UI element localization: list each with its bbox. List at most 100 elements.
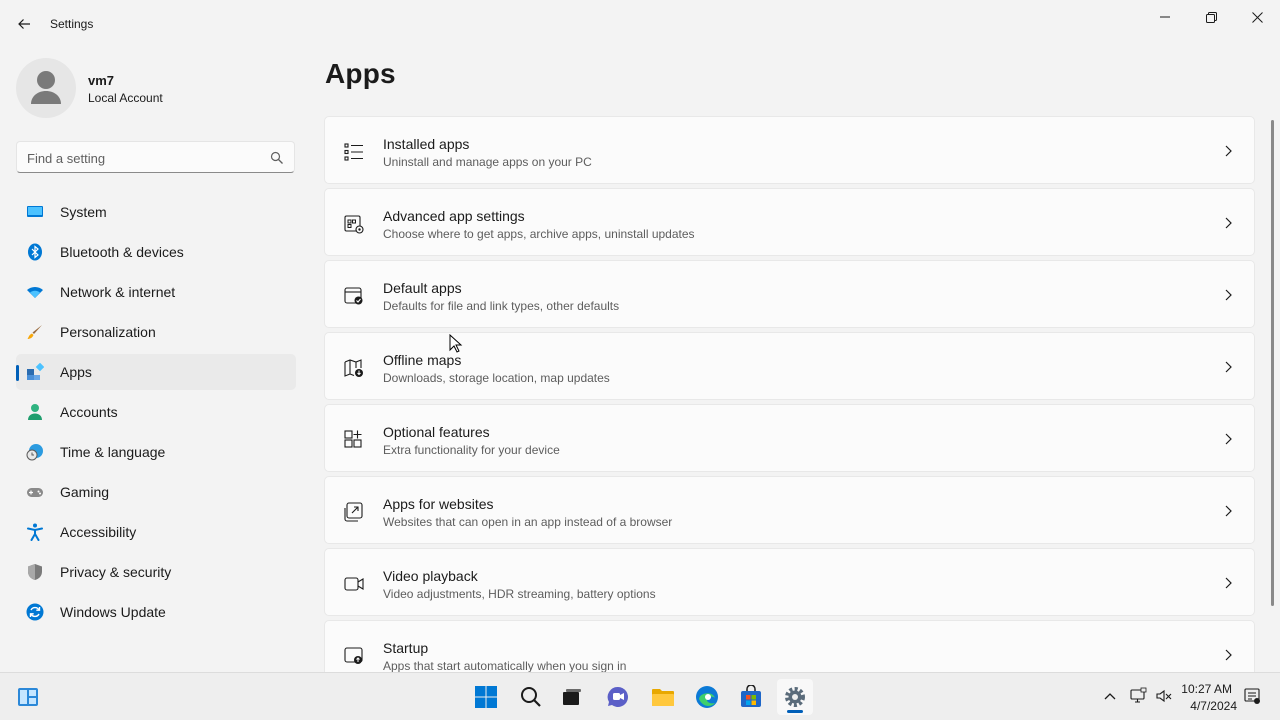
clock-time[interactable]: 10:27 AM bbox=[1181, 682, 1232, 696]
card-description: Choose where to get apps, archive apps, … bbox=[383, 227, 695, 241]
task-view-button[interactable] bbox=[554, 679, 590, 715]
volume-muted-icon bbox=[1156, 689, 1172, 703]
store-button[interactable] bbox=[733, 679, 769, 715]
bluetooth-icon bbox=[28, 243, 42, 261]
show-hidden-icons-button[interactable] bbox=[1101, 687, 1119, 705]
settings-taskbar-button[interactable] bbox=[777, 679, 813, 715]
sidebar-item-gaming[interactable]: Gaming bbox=[16, 474, 296, 510]
apps-for-websites-card[interactable]: Apps for websites Websites that can open… bbox=[324, 476, 1255, 544]
chevron-right-icon bbox=[1225, 577, 1232, 589]
network-icon bbox=[1130, 687, 1147, 703]
close-button[interactable] bbox=[1234, 4, 1280, 30]
sidebar-item-label: Personalization bbox=[60, 324, 156, 340]
sidebar-item-label: Accessibility bbox=[60, 524, 137, 540]
chevron-right-icon bbox=[1225, 217, 1232, 229]
accessibility-icon bbox=[27, 523, 43, 541]
chevron-right-icon bbox=[1225, 433, 1232, 445]
default-apps-card[interactable]: Default apps Defaults for file and link … bbox=[324, 260, 1255, 328]
taskbar-search-button[interactable] bbox=[513, 679, 549, 715]
chevron-right-icon bbox=[1225, 361, 1232, 373]
search-box[interactable] bbox=[16, 141, 295, 173]
card-description: Video adjustments, HDR streaming, batter… bbox=[383, 587, 656, 601]
card-title: Default apps bbox=[383, 280, 462, 296]
default-apps-icon bbox=[344, 287, 363, 305]
advanced-app-settings-card[interactable]: Advanced app settings Choose where to ge… bbox=[324, 188, 1255, 256]
sidebar-item-label: Apps bbox=[60, 364, 92, 380]
taskbar: 10:27 AM 4/7/2024 bbox=[0, 672, 1280, 720]
mouse-pointer-icon bbox=[449, 334, 463, 353]
profile-name: vm7 bbox=[88, 73, 115, 88]
settings-list: Installed apps Uninstall and manage apps… bbox=[324, 116, 1255, 672]
sidebar-item-bluetooth[interactable]: Bluetooth & devices bbox=[16, 234, 296, 270]
sidebar-item-label: Windows Update bbox=[60, 604, 166, 620]
video-icon bbox=[344, 577, 364, 591]
time-language-icon bbox=[26, 444, 43, 461]
minimize-button[interactable] bbox=[1142, 4, 1188, 30]
startup-icon bbox=[344, 647, 363, 664]
sidebar-item-network[interactable]: Network & internet bbox=[16, 274, 296, 310]
scrollbar[interactable] bbox=[1271, 120, 1274, 606]
installed-apps-card[interactable]: Installed apps Uninstall and manage apps… bbox=[324, 116, 1255, 184]
sidebar-item-accounts[interactable]: Accounts bbox=[16, 394, 296, 430]
gamepad-icon bbox=[27, 488, 43, 497]
card-description: Uninstall and manage apps on your PC bbox=[383, 155, 592, 169]
network-tray-button[interactable] bbox=[1129, 687, 1147, 705]
chevron-right-icon bbox=[1225, 649, 1232, 661]
file-explorer-button[interactable] bbox=[645, 679, 681, 715]
card-title: Installed apps bbox=[383, 136, 470, 152]
restore-button[interactable] bbox=[1188, 4, 1234, 30]
widgets-button[interactable] bbox=[10, 679, 46, 715]
edge-icon bbox=[696, 686, 718, 708]
card-title: Offline maps bbox=[383, 352, 462, 368]
store-icon bbox=[741, 685, 761, 707]
start-button[interactable] bbox=[468, 679, 504, 715]
search-icon bbox=[521, 687, 541, 707]
account-type: Local Account bbox=[88, 91, 163, 105]
sidebar-item-windows-update[interactable]: Windows Update bbox=[16, 594, 296, 630]
sidebar-item-label: Accounts bbox=[60, 404, 118, 420]
sidebar-item-label: Bluetooth & devices bbox=[60, 244, 184, 260]
edge-button[interactable] bbox=[689, 679, 725, 715]
sidebar-item-privacy[interactable]: Privacy & security bbox=[16, 554, 296, 590]
accounts-icon bbox=[28, 404, 42, 420]
volume-tray-button[interactable] bbox=[1155, 687, 1173, 705]
minimize-icon bbox=[1160, 16, 1170, 18]
notifications-button[interactable] bbox=[1243, 687, 1261, 705]
card-description: Websites that can open in an app instead… bbox=[383, 515, 673, 529]
window-title: Settings bbox=[50, 17, 94, 31]
notification-icon bbox=[1244, 688, 1260, 704]
back-button[interactable] bbox=[10, 10, 38, 38]
card-description: Extra functionality for your device bbox=[383, 443, 560, 457]
map-download-icon bbox=[344, 359, 363, 377]
sidebar-item-apps[interactable]: Apps bbox=[16, 354, 296, 390]
optional-features-card[interactable]: Optional features Extra functionality fo… bbox=[324, 404, 1255, 472]
chevron-right-icon bbox=[1225, 145, 1232, 157]
sidebar-nav: System Bluetooth & devices Network & int… bbox=[16, 194, 296, 634]
startup-card[interactable]: Startup Apps that start automatically wh… bbox=[324, 620, 1255, 672]
sidebar-item-system[interactable]: System bbox=[16, 194, 296, 230]
card-title: Apps for websites bbox=[383, 496, 494, 512]
apps-icon bbox=[27, 363, 44, 380]
sidebar-item-time-language[interactable]: Time & language bbox=[16, 434, 296, 470]
back-arrow-icon bbox=[18, 19, 30, 29]
sidebar-item-accessibility[interactable]: Accessibility bbox=[16, 514, 296, 550]
clock-date[interactable]: 4/7/2024 bbox=[1190, 699, 1237, 713]
search-icon[interactable] bbox=[270, 151, 284, 165]
app-settings-icon bbox=[344, 215, 364, 234]
card-title: Video playback bbox=[383, 568, 478, 584]
search-input[interactable] bbox=[27, 148, 257, 168]
card-title: Startup bbox=[383, 640, 429, 656]
open-in-app-icon bbox=[344, 502, 363, 522]
card-description: Apps that start automatically when you s… bbox=[383, 659, 627, 672]
sidebar-item-label: System bbox=[60, 204, 107, 220]
sidebar-item-personalization[interactable]: Personalization bbox=[16, 314, 296, 350]
offline-maps-card[interactable]: Offline maps Downloads, storage location… bbox=[324, 332, 1255, 400]
chat-button[interactable] bbox=[600, 679, 636, 715]
close-icon bbox=[1251, 11, 1263, 23]
task-view-icon bbox=[563, 689, 581, 705]
system-icon bbox=[27, 206, 43, 217]
chevron-right-icon bbox=[1225, 505, 1232, 517]
video-playback-card[interactable]: Video playback Video adjustments, HDR st… bbox=[324, 548, 1255, 616]
avatar[interactable] bbox=[16, 58, 76, 118]
card-description: Downloads, storage location, map updates bbox=[383, 371, 610, 385]
